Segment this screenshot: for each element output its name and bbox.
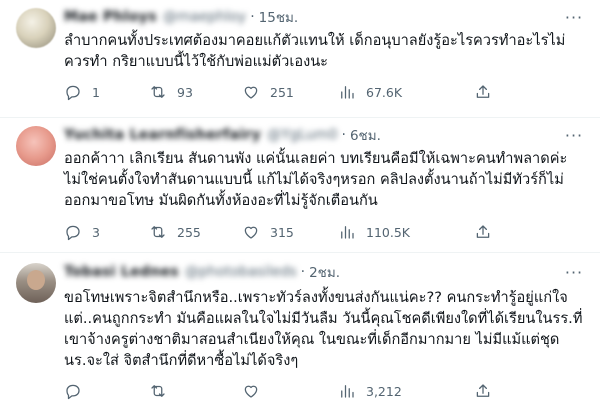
share-button[interactable] <box>474 381 492 401</box>
reply-button[interactable]: 1 <box>64 82 100 102</box>
reply-count: 1 <box>92 84 100 100</box>
more-icon[interactable]: ··· <box>562 7 586 27</box>
tweet-header: Tobasi Lednes @photobasileds · 2ชม. <box>64 262 340 282</box>
retweet-icon <box>151 385 165 397</box>
tweet-header: Yuchita Learnfisherfairy @YgLum0 · 6ชม. <box>64 125 381 145</box>
reply-icon <box>66 225 80 241</box>
views-button[interactable]: 67.6K <box>338 82 402 102</box>
share-button[interactable] <box>474 222 492 242</box>
tweet-header: Mae Phloys @maephloy · 15ชม. <box>64 7 298 27</box>
like-icon <box>244 86 258 99</box>
retweet-button[interactable]: 255 <box>149 222 201 242</box>
retweet-icon <box>151 86 165 98</box>
user-handle[interactable]: @maephloy <box>163 9 246 25</box>
user-handle[interactable]: @YgLum0 <box>267 127 337 143</box>
timestamp[interactable]: 15ชม. <box>259 6 299 28</box>
display-name[interactable]: Mae Phloys <box>64 9 157 25</box>
share-button[interactable] <box>474 82 492 102</box>
tweet[interactable]: Yuchita Learnfisherfairy @YgLum0 · 6ชม. … <box>0 118 600 253</box>
separator-dot: · <box>341 127 346 143</box>
tweet-actions: 3,212 <box>64 381 494 401</box>
retweet-icon <box>151 226 165 238</box>
views-count: 110.5K <box>366 224 410 240</box>
timestamp[interactable]: 2ชม. <box>309 261 340 283</box>
more-icon[interactable]: ··· <box>562 125 586 145</box>
timestamp[interactable]: 6ชม. <box>350 124 381 146</box>
views-button[interactable]: 110.5K <box>338 222 410 242</box>
avatar[interactable] <box>16 263 56 303</box>
tweet-text: ขอโทษเพราะจิตสำนึกหรือ..เพราะทัวร์ลงทั้ง… <box>64 289 583 369</box>
views-count: 67.6K <box>366 84 403 100</box>
like-button[interactable]: 251 <box>242 82 294 102</box>
like-count: 251 <box>270 84 294 100</box>
like-count: 315 <box>270 224 294 240</box>
like-icon <box>244 385 258 398</box>
share-icon <box>476 384 490 397</box>
avatar[interactable] <box>16 126 56 166</box>
views-icon <box>341 385 354 398</box>
views-count: 3,212 <box>366 383 402 399</box>
separator-dot: · <box>250 9 255 25</box>
display-name[interactable]: Yuchita Learnfisherfairy <box>64 127 261 143</box>
tweet-text: ลำบากคนทั้งประเทศต้องมาคอยแก้ตัวแทนให้ เ… <box>64 32 566 70</box>
share-icon <box>476 85 490 98</box>
retweet-count: 255 <box>177 224 201 240</box>
tweet-actions: 1 93 251 67.6K <box>64 82 494 102</box>
like-button[interactable] <box>242 381 270 401</box>
views-icon <box>341 226 354 239</box>
views-button[interactable]: 3,212 <box>338 381 402 401</box>
reply-icon <box>66 384 80 400</box>
separator-dot: · <box>300 264 306 280</box>
tweet[interactable]: Tobasi Lednes @photobasileds · 2ชม. ··· … <box>0 253 600 408</box>
user-handle[interactable]: @photobasileds <box>185 264 297 280</box>
tweet-text: ออกค้าาา เลิกเรียน สันดานพัง แค่นั้นเลยค… <box>64 150 568 209</box>
views-icon <box>341 86 354 99</box>
reply-count: 3 <box>92 224 100 240</box>
retweet-button[interactable] <box>149 381 177 401</box>
tweet-actions: 3 255 315 110.5K <box>64 222 494 242</box>
retweet-button[interactable]: 93 <box>149 82 193 102</box>
like-button[interactable]: 315 <box>242 222 294 242</box>
tweet[interactable]: Mae Phloys @maephloy · 15ชม. ··· ลำบากคน… <box>0 0 600 118</box>
more-icon[interactable]: ··· <box>562 262 586 282</box>
reply-icon <box>66 85 80 101</box>
like-icon <box>244 226 258 239</box>
reply-button[interactable] <box>64 381 92 401</box>
reply-button[interactable]: 3 <box>64 222 100 242</box>
avatar[interactable] <box>16 8 56 48</box>
retweet-count: 93 <box>177 84 193 100</box>
share-icon <box>476 225 490 238</box>
display-name[interactable]: Tobasi Lednes <box>64 264 179 280</box>
